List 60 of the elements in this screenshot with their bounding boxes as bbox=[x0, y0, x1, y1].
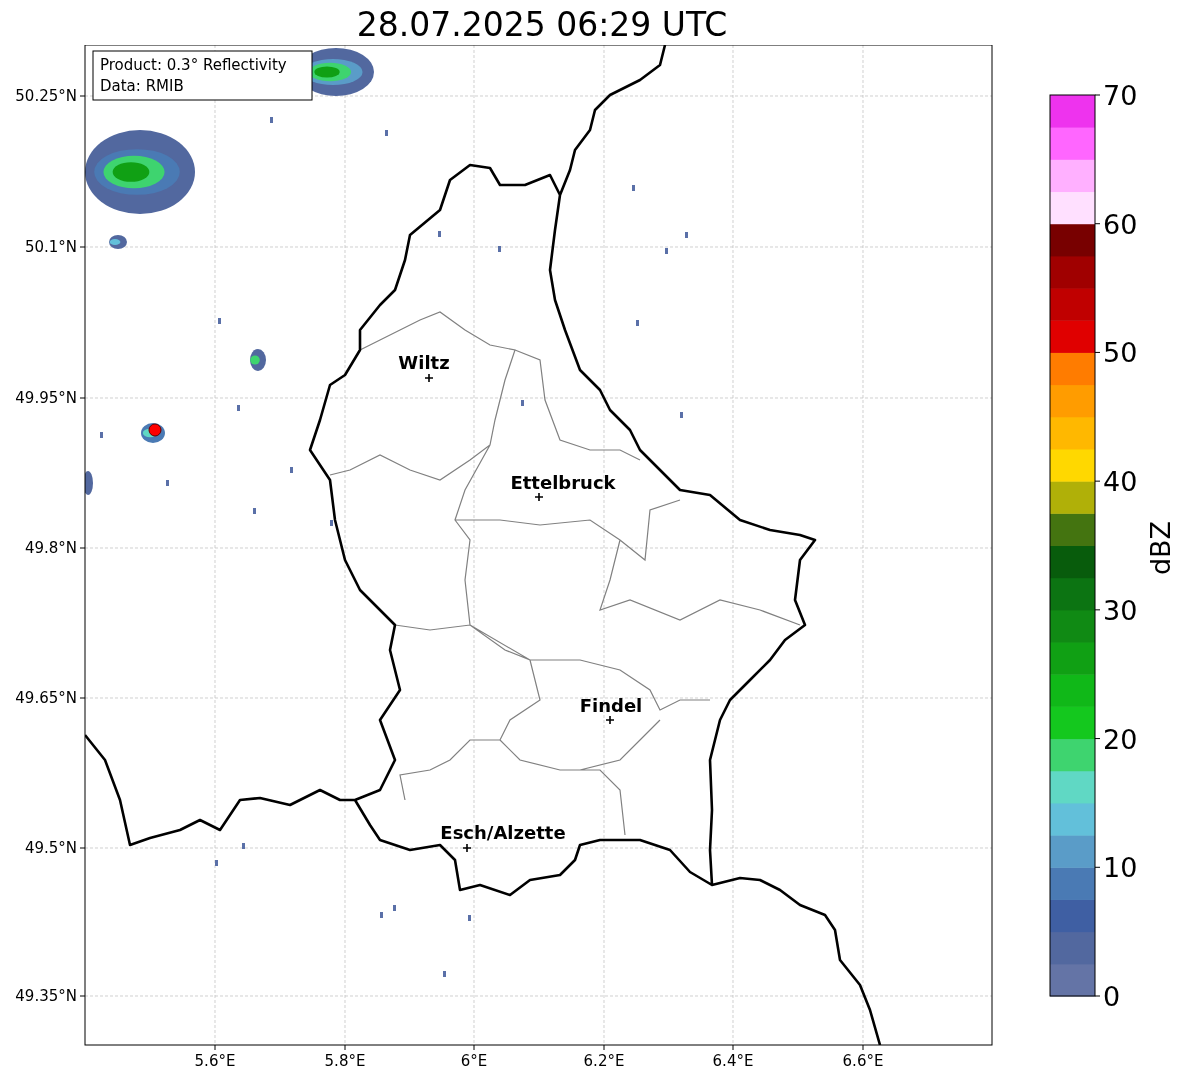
marker-icon bbox=[605, 715, 615, 725]
city-label: Wiltz bbox=[398, 352, 450, 373]
rain-speck bbox=[393, 905, 396, 911]
longitude-label: 6.6°E bbox=[842, 1052, 884, 1070]
latitude-label: 49.35°N bbox=[15, 987, 77, 1005]
scale-tick-label: 70 bbox=[1103, 80, 1138, 111]
rain-speck bbox=[468, 915, 471, 921]
rain-echo bbox=[250, 349, 266, 371]
rain-speck bbox=[636, 320, 639, 326]
rain-speck bbox=[521, 400, 524, 406]
longitude-label: 5.6°E bbox=[194, 1052, 236, 1070]
rain-speck bbox=[100, 432, 103, 438]
longitude-label: 6.2°E bbox=[583, 1052, 625, 1070]
scale-tick-label: 60 bbox=[1103, 208, 1138, 240]
rain-speck bbox=[237, 405, 240, 411]
rain-echo bbox=[109, 235, 127, 249]
latitude-label: 50.1°N bbox=[24, 238, 77, 256]
scale-tick-label: 40 bbox=[1103, 466, 1138, 498]
rain-echo bbox=[85, 471, 93, 495]
rain-speck bbox=[498, 246, 501, 252]
scale-tick-label: 0 bbox=[1103, 981, 1121, 1012]
rain-speck bbox=[385, 130, 388, 136]
rain-speck bbox=[380, 912, 383, 918]
rain-speck bbox=[166, 480, 169, 486]
longitude-label: 6.4°E bbox=[712, 1052, 754, 1070]
map-title: 28.07.2025 06:29 UTC bbox=[356, 4, 728, 45]
rain-speck bbox=[253, 508, 256, 514]
marker-icon bbox=[462, 843, 472, 853]
scale-unit-label: dBZ bbox=[1145, 520, 1176, 576]
rain-speck bbox=[665, 248, 668, 254]
radar-site-icon bbox=[148, 423, 162, 437]
rain-speck bbox=[270, 117, 273, 123]
rain-speck bbox=[218, 318, 221, 324]
marker-icon bbox=[424, 373, 434, 383]
rain-speck bbox=[330, 520, 333, 526]
scale-tick-label: 10 bbox=[1103, 852, 1138, 884]
scale-tick-label: 30 bbox=[1103, 594, 1138, 626]
rain-speck bbox=[438, 231, 441, 237]
longitude-label: 6°E bbox=[460, 1052, 488, 1070]
rain-speck bbox=[632, 185, 635, 191]
longitude-label: 5.8°E bbox=[324, 1052, 366, 1070]
scale-tick-label: 50 bbox=[1103, 337, 1138, 369]
latitude-label: 49.8°N bbox=[24, 539, 77, 557]
scale-tick-label: 20 bbox=[1103, 723, 1138, 755]
data-source-label: Data: RMIB bbox=[100, 77, 184, 95]
city-label: Findel bbox=[579, 695, 643, 716]
rain-speck bbox=[215, 860, 218, 866]
rain-speck bbox=[242, 843, 245, 849]
rain-speck bbox=[290, 467, 293, 473]
latitude-label: 49.95°N bbox=[15, 389, 77, 407]
rain-speck bbox=[685, 232, 688, 238]
product-label: Product: 0.3° Reflectivity bbox=[100, 56, 287, 74]
latitude-label: 49.65°N bbox=[15, 689, 77, 707]
latitude-label: 49.5°N bbox=[24, 839, 77, 857]
rain-speck bbox=[443, 971, 446, 977]
marker-icon bbox=[534, 492, 544, 502]
city-label: Esch/Alzette bbox=[440, 822, 566, 843]
city-label: Ettelbruck bbox=[510, 472, 616, 493]
rain-speck bbox=[680, 412, 683, 418]
latitude-label: 50.25°N bbox=[15, 87, 77, 105]
